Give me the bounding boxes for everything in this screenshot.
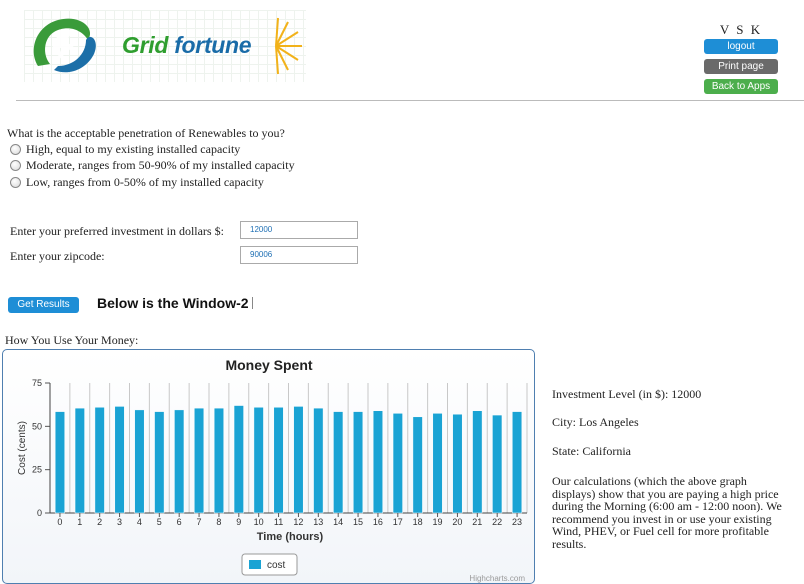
x-tick-label: 10: [254, 517, 264, 527]
zipcode-label: Enter your zipcode:: [10, 249, 105, 263]
x-tick-label: 21: [472, 517, 482, 527]
x-tick-label: 17: [393, 517, 403, 527]
option-moderate[interactable]: Moderate, ranges from 50-90% of my insta…: [10, 158, 295, 173]
bar-10[interactable]: [253, 407, 264, 514]
usage-label: How You Use Your Money:: [5, 333, 139, 347]
x-tick-label: 15: [353, 517, 363, 527]
y-tick-label: 25: [32, 465, 42, 475]
bar-23[interactable]: [512, 411, 523, 514]
x-tick-label: 6: [177, 517, 182, 527]
x-tick-label: 2: [97, 517, 102, 527]
get-results-button[interactable]: Get Results: [8, 297, 79, 313]
x-tick-label: 5: [157, 517, 162, 527]
bar-1[interactable]: [74, 407, 85, 514]
window-note: Below is the Window-2: [97, 295, 253, 311]
logout-button[interactable]: logout: [704, 39, 778, 54]
radio-high[interactable]: [10, 144, 21, 155]
x-tick-label: 0: [57, 517, 62, 527]
money-spent-chart: Money Spent Cost (cents) Time (hours) co…: [2, 349, 535, 584]
chart-xlabel: Time (hours): [257, 531, 324, 543]
bar-20[interactable]: [452, 413, 463, 514]
state-text: State: California: [552, 444, 631, 458]
bar-0[interactable]: [54, 411, 65, 514]
investment-input[interactable]: 12000: [240, 221, 358, 239]
bar-13[interactable]: [313, 407, 324, 514]
option-low[interactable]: Low, ranges from 0-50% of my installed c…: [10, 175, 264, 190]
bar-17[interactable]: [392, 413, 403, 514]
legend-label: cost: [267, 560, 286, 571]
bar-11[interactable]: [273, 407, 284, 514]
zipcode-input[interactable]: 90006: [240, 246, 358, 264]
x-tick-label: 3: [117, 517, 122, 527]
x-tick-label: 4: [137, 517, 142, 527]
y-tick-label: 75: [32, 378, 42, 388]
option-moderate-label: Moderate, ranges from 50-90% of my insta…: [26, 158, 295, 172]
x-tick-label: 1: [77, 517, 82, 527]
investment-label: Enter your preferred investment in dolla…: [10, 224, 224, 238]
chart-svg: Money Spent Cost (cents) Time (hours) co…: [17, 357, 528, 583]
back-to-apps-button[interactable]: Back to Apps: [704, 79, 778, 94]
bar-4[interactable]: [134, 409, 145, 514]
brand-grid: Grid: [122, 32, 169, 58]
bar-18[interactable]: [412, 416, 423, 514]
option-low-label: Low, ranges from 0-50% of my installed c…: [26, 175, 264, 189]
bar-22[interactable]: [492, 414, 503, 514]
text-cursor: [251, 297, 253, 309]
x-tick-label: 9: [236, 517, 241, 527]
y-tick-label: 50: [32, 421, 42, 431]
radio-low[interactable]: [10, 177, 21, 188]
chart-ylabel: Cost (cents): [17, 421, 28, 475]
bar-6[interactable]: [174, 409, 185, 514]
bar-5[interactable]: [154, 411, 165, 514]
x-tick-label: 19: [433, 517, 443, 527]
x-tick-label: 13: [313, 517, 323, 527]
plot-area: 02550750 1 2 3 4 5 6 7 8 9 10 11 12 13 14 15 16 17 18 19 20 2…: [32, 378, 528, 527]
x-tick-label: 12: [293, 517, 303, 527]
bar-16[interactable]: [372, 410, 383, 514]
x-tick-label: 20: [452, 517, 462, 527]
chart-title: Money Spent: [225, 357, 312, 373]
print-page-button[interactable]: Print page: [704, 59, 778, 74]
x-tick-label: 18: [413, 517, 423, 527]
bar-3[interactable]: [114, 406, 125, 514]
legend-swatch: [249, 560, 261, 569]
bar-15[interactable]: [353, 411, 364, 514]
y-tick-label: 0: [37, 508, 42, 518]
renewables-question: What is the acceptable penetration of Re…: [7, 126, 285, 140]
option-high-label: High, equal to my existing installed cap…: [26, 142, 241, 156]
bar-7[interactable]: [194, 407, 205, 514]
brand-name: Grid fortune: [122, 32, 252, 59]
chart-credit[interactable]: Highcharts.com: [469, 574, 525, 583]
user-name: V S K: [719, 22, 763, 37]
option-high[interactable]: High, equal to my existing installed cap…: [10, 142, 240, 157]
header-divider: [16, 100, 804, 101]
investment-level-text: Investment Level (in $): 12000: [552, 387, 702, 401]
x-tick-label: 11: [274, 517, 283, 527]
bar-14[interactable]: [333, 411, 344, 514]
x-tick-label: 23: [512, 517, 522, 527]
bar-21[interactable]: [472, 410, 483, 514]
x-tick-label: 8: [216, 517, 221, 527]
chart-legend[interactable]: cost: [241, 553, 298, 576]
brand-fortune: fortune: [174, 32, 252, 58]
bar-2[interactable]: [94, 407, 105, 514]
radio-moderate[interactable]: [10, 160, 21, 171]
x-tick-label: 14: [333, 517, 343, 527]
recommendation-text: Our calculations (which the above graph …: [552, 474, 782, 551]
grid-fortune-logo: Grid fortune: [24, 10, 306, 82]
bar-12[interactable]: [293, 406, 304, 514]
bar-19[interactable]: [432, 413, 443, 514]
bar-9[interactable]: [233, 405, 244, 514]
x-tick-label: 7: [197, 517, 202, 527]
window-note-text: Below is the Window-2: [97, 295, 249, 311]
x-tick-label: 16: [373, 517, 383, 527]
x-tick-label: 22: [492, 517, 502, 527]
city-text: City: Los Angeles: [552, 415, 639, 429]
bar-8[interactable]: [213, 407, 224, 514]
